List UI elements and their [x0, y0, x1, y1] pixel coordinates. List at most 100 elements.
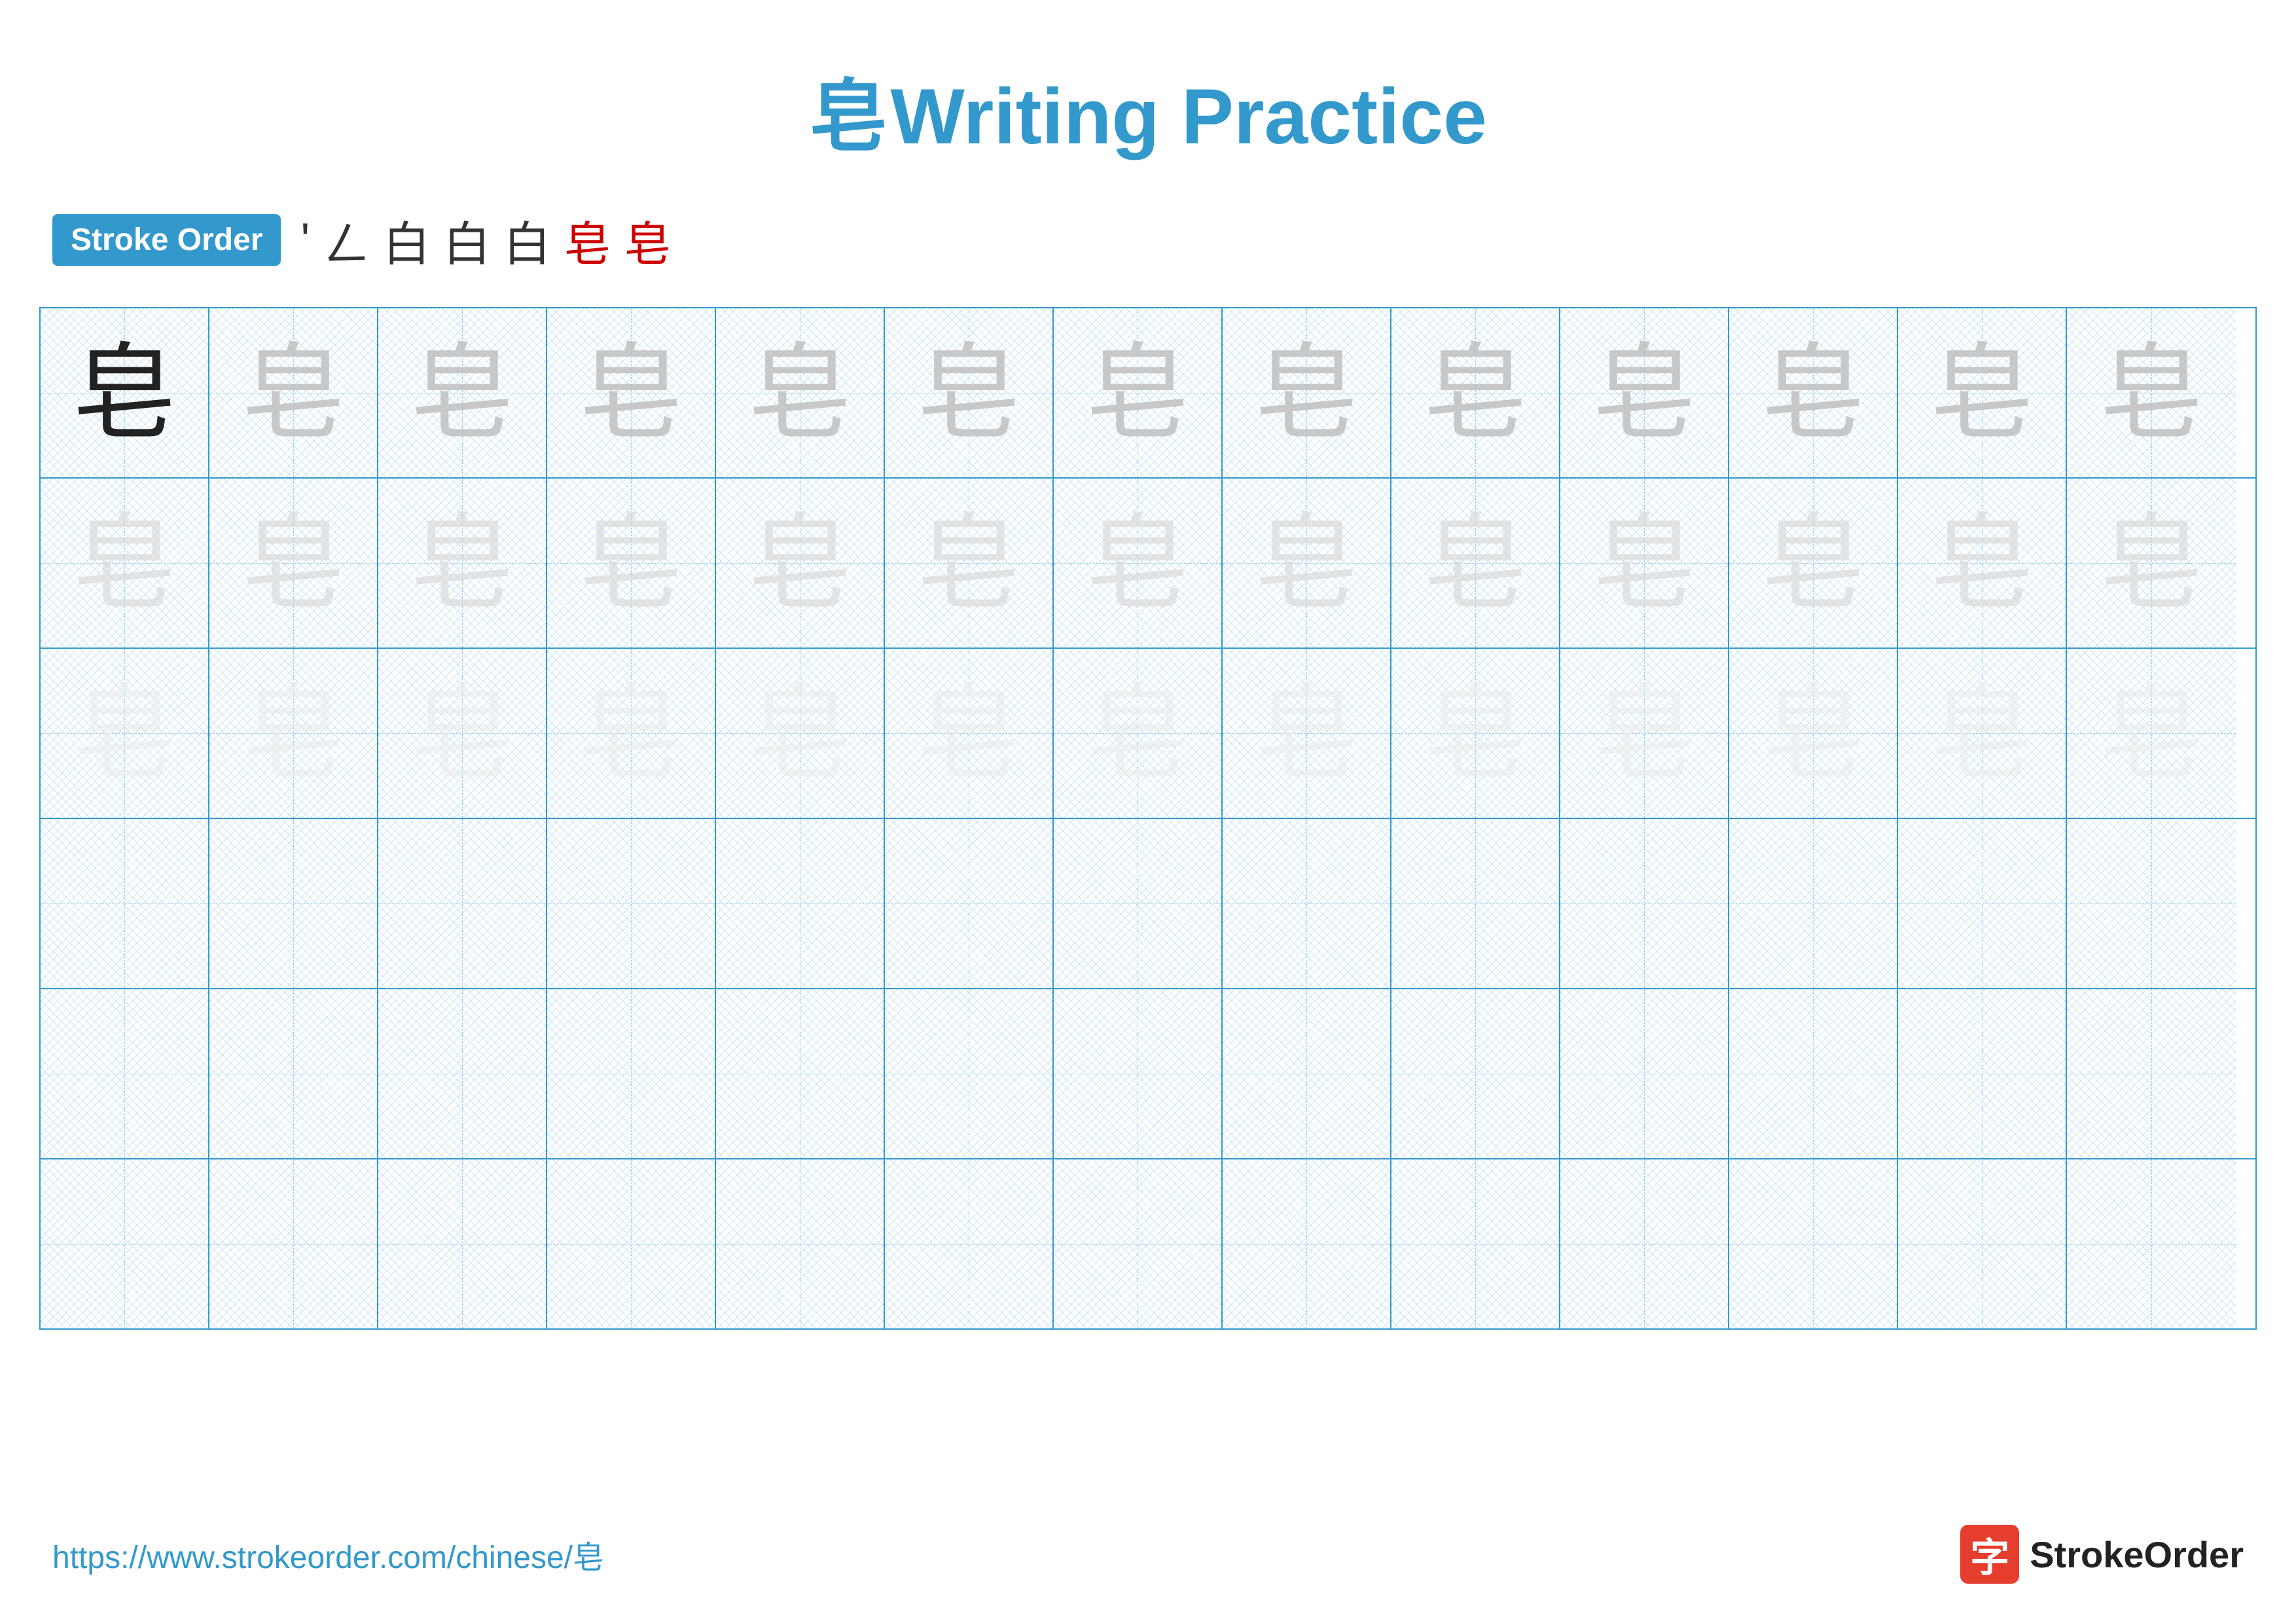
char-r1c11: 皂 [1761, 340, 1865, 445]
char-r2c12: 皂 [1929, 511, 2034, 615]
grid-cell-r5-c1[interactable] [41, 989, 209, 1158]
char-r1c7: 皂 [1085, 340, 1190, 445]
grid-cell-r6-c10[interactable] [1560, 1159, 1729, 1328]
grid-cell-r1-c10[interactable]: 皂 [1560, 308, 1729, 477]
grid-cell-r4-c8[interactable] [1223, 819, 1391, 988]
grid-cell-r2-c6[interactable]: 皂 [885, 479, 1054, 647]
grid-cell-r6-c4[interactable] [547, 1159, 716, 1328]
char-r2c5: 皂 [747, 511, 852, 615]
char-r3c4: 皂 [579, 681, 683, 786]
grid-cell-r2-c9[interactable]: 皂 [1391, 479, 1560, 647]
strokeorder-logo-icon: 字 [1960, 1525, 2019, 1584]
grid-cell-r6-c3[interactable] [378, 1159, 547, 1328]
grid-cell-r4-c11[interactable] [1729, 819, 1898, 988]
grid-cell-r3-c11[interactable]: 皂 [1729, 649, 1898, 818]
grid-cell-r5-c12[interactable] [1898, 989, 2067, 1158]
grid-cell-r3-c3[interactable]: 皂 [378, 649, 547, 818]
grid-cell-r1-c8[interactable]: 皂 [1223, 308, 1391, 477]
grid-cell-r2-c8[interactable]: 皂 [1223, 479, 1391, 647]
grid-cell-r6-c11[interactable] [1729, 1159, 1898, 1328]
grid-cell-r2-c13[interactable]: 皂 [2067, 479, 2236, 647]
char-r3c3: 皂 [410, 681, 514, 786]
grid-cell-r6-c8[interactable] [1223, 1159, 1391, 1328]
grid-cell-r3-c4[interactable]: 皂 [547, 649, 716, 818]
grid-cell-r3-c2[interactable]: 皂 [209, 649, 378, 818]
grid-cell-r5-c2[interactable] [209, 989, 378, 1158]
stroke-3: 白 [383, 206, 430, 274]
grid-cell-r3-c5[interactable]: 皂 [716, 649, 885, 818]
grid-cell-r3-c8[interactable]: 皂 [1223, 649, 1391, 818]
grid-cell-r4-c13[interactable] [2067, 819, 2236, 988]
grid-cell-r1-c7[interactable]: 皂 [1054, 308, 1223, 477]
grid-cell-r1-c2[interactable]: 皂 [209, 308, 378, 477]
grid-cell-r2-c4[interactable]: 皂 [547, 479, 716, 647]
grid-cell-r5-c7[interactable] [1054, 989, 1223, 1158]
grid-cell-r4-c5[interactable] [716, 819, 885, 988]
page-title: 皂 Writing Practice [0, 0, 2296, 166]
grid-cell-r1-c13[interactable]: 皂 [2067, 308, 2236, 477]
grid-cell-r2-c11[interactable]: 皂 [1729, 479, 1898, 647]
footer-url: https://www.strokeorder.com/chinese/皂 [52, 1531, 604, 1577]
grid-cell-r5-c5[interactable] [716, 989, 885, 1158]
footer: https://www.strokeorder.com/chinese/皂 字 … [52, 1525, 2244, 1584]
grid-cell-r4-c7[interactable] [1054, 819, 1223, 988]
grid-cell-r4-c3[interactable] [378, 819, 547, 988]
grid-cell-r5-c8[interactable] [1223, 989, 1391, 1158]
char-r2c7: 皂 [1085, 511, 1190, 615]
grid-cell-r4-c4[interactable] [547, 819, 716, 988]
grid-cell-r4-c9[interactable] [1391, 819, 1560, 988]
grid-cell-r2-c3[interactable]: 皂 [378, 479, 547, 647]
grid-cell-r5-c11[interactable] [1729, 989, 1898, 1158]
grid-cell-r6-c13[interactable] [2067, 1159, 2236, 1328]
grid-cell-r1-c4[interactable]: 皂 [547, 308, 716, 477]
char-r1c1: 皂 [72, 340, 177, 445]
char-r3c9: 皂 [1423, 681, 1528, 786]
grid-cell-r2-c1[interactable]: 皂 [41, 479, 209, 647]
grid-cell-r1-c1[interactable]: 皂 [41, 308, 209, 477]
char-r2c9: 皂 [1423, 511, 1528, 615]
grid-cell-r5-c9[interactable] [1391, 989, 1560, 1158]
grid-cell-r5-c6[interactable] [885, 989, 1054, 1158]
grid-cell-r1-c3[interactable]: 皂 [378, 308, 547, 477]
grid-cell-r3-c6[interactable]: 皂 [885, 649, 1054, 818]
char-r3c7: 皂 [1085, 681, 1190, 786]
grid-cell-r1-c11[interactable]: 皂 [1729, 308, 1898, 477]
grid-cell-r4-c2[interactable] [209, 819, 378, 988]
grid-cell-r6-c9[interactable] [1391, 1159, 1560, 1328]
grid-cell-r5-c3[interactable] [378, 989, 547, 1158]
grid-cell-r2-c5[interactable]: 皂 [716, 479, 885, 647]
grid-cell-r1-c12[interactable]: 皂 [1898, 308, 2067, 477]
grid-cell-r3-c12[interactable]: 皂 [1898, 649, 2067, 818]
grid-cell-r5-c10[interactable] [1560, 989, 1729, 1158]
grid-cell-r1-c5[interactable]: 皂 [716, 308, 885, 477]
grid-cell-r3-c1[interactable]: 皂 [41, 649, 209, 818]
grid-cell-r2-c12[interactable]: 皂 [1898, 479, 2067, 647]
grid-cell-r3-c7[interactable]: 皂 [1054, 649, 1223, 818]
grid-cell-r3-c10[interactable]: 皂 [1560, 649, 1729, 818]
grid-cell-r6-c5[interactable] [716, 1159, 885, 1328]
grid-cell-r4-c10[interactable] [1560, 819, 1729, 988]
grid-cell-r3-c13[interactable]: 皂 [2067, 649, 2236, 818]
grid-cell-r5-c13[interactable] [2067, 989, 2236, 1158]
char-r3c12: 皂 [1929, 681, 2034, 786]
grid-cell-r6-c12[interactable] [1898, 1159, 2067, 1328]
grid-cell-r6-c7[interactable] [1054, 1159, 1223, 1328]
stroke-1: ' [300, 213, 310, 267]
grid-cell-r6-c6[interactable] [885, 1159, 1054, 1328]
grid-cell-r2-c10[interactable]: 皂 [1560, 479, 1729, 647]
char-r1c8: 皂 [1254, 340, 1359, 445]
grid-cell-r4-c1[interactable] [41, 819, 209, 988]
grid-cell-r1-c6[interactable]: 皂 [885, 308, 1054, 477]
grid-cell-r4-c6[interactable] [885, 819, 1054, 988]
footer-logo: 字 StrokeOrder [1960, 1525, 2244, 1584]
grid-cell-r6-c1[interactable] [41, 1159, 209, 1328]
grid-cell-r6-c2[interactable] [209, 1159, 378, 1328]
grid-cell-r3-c9[interactable]: 皂 [1391, 649, 1560, 818]
grid-cell-r1-c9[interactable]: 皂 [1391, 308, 1560, 477]
grid-row-4 [41, 819, 2255, 989]
grid-cell-r2-c7[interactable]: 皂 [1054, 479, 1223, 647]
footer-logo-text: StrokeOrder [2030, 1533, 2244, 1576]
grid-cell-r5-c4[interactable] [547, 989, 716, 1158]
grid-cell-r2-c2[interactable]: 皂 [209, 479, 378, 647]
grid-cell-r4-c12[interactable] [1898, 819, 2067, 988]
